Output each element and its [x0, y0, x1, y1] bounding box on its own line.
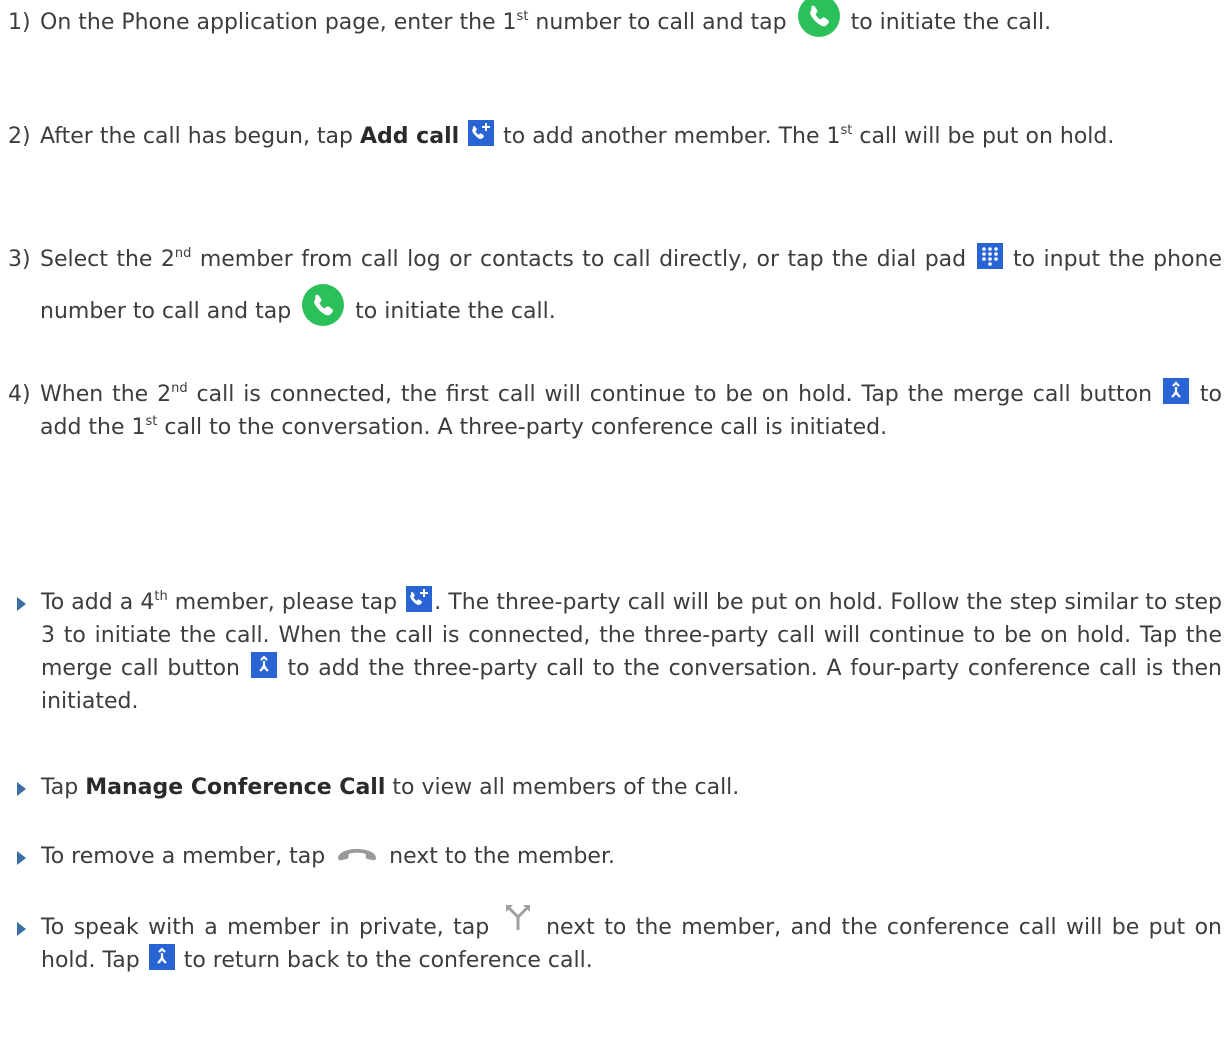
bullet-text: Tap Manage Conference Call to view all m… — [41, 775, 740, 800]
manage-conference-call-label: Manage Conference Call — [85, 775, 386, 800]
split-call-icon — [502, 902, 534, 932]
bullet-arrow-icon — [17, 597, 26, 611]
step-3: 3) Select the 2nd member from call log o… — [0, 234, 1222, 338]
merge-call-icon — [148, 944, 175, 970]
hang-up-icon — [336, 846, 378, 862]
bullet-item-private-call: To speak with a member in private, tap n… — [0, 905, 1222, 977]
phone-call-icon — [301, 283, 345, 327]
step-1: 1) On the Phone application page, enter … — [0, 0, 1222, 39]
add-call-icon — [468, 120, 495, 146]
bullet-arrow-icon — [17, 922, 26, 936]
add-call-icon — [406, 586, 433, 612]
instruction-document: 1) On the Phone application page, enter … — [0, 0, 1230, 1041]
merge-call-icon — [1162, 378, 1189, 404]
step-text: On the Phone application page, enter the… — [0, 0, 1222, 39]
bullet-arrow-icon — [17, 782, 26, 796]
step-text: After the call has begun, tap Add call t… — [0, 120, 1222, 153]
step-number: 3) — [8, 247, 31, 272]
bullet-text: To remove a member, tap next to the memb… — [41, 844, 615, 869]
step-number: 4) — [8, 382, 31, 407]
phone-call-icon — [797, 0, 841, 38]
step-text: When the 2nd call is connected, the firs… — [0, 378, 1222, 444]
step-2: 2) After the call has begun, tap Add cal… — [0, 120, 1222, 153]
bullet-item-add-4th-member: To add a 4th member, please tap . The th… — [0, 586, 1222, 718]
dial-pad-icon — [976, 243, 1003, 269]
bullet-item-manage-conference: Tap Manage Conference Call to view all m… — [0, 771, 1222, 804]
step-4: 4) When the 2nd call is connected, the f… — [0, 378, 1222, 444]
add-call-label: Add call — [360, 124, 460, 149]
bullet-text: To add a 4th member, please tap . The th… — [0, 586, 1222, 718]
bullet-item-remove-member: To remove a member, tap next to the memb… — [0, 840, 1222, 873]
bullet-arrow-icon — [17, 851, 26, 865]
bullet-text: To speak with a member in private, tap n… — [0, 905, 1222, 977]
step-number: 1) — [8, 10, 31, 35]
step-text: Select the 2nd member from call log or c… — [0, 234, 1222, 338]
step-number: 2) — [8, 124, 31, 149]
merge-call-icon — [250, 652, 277, 678]
